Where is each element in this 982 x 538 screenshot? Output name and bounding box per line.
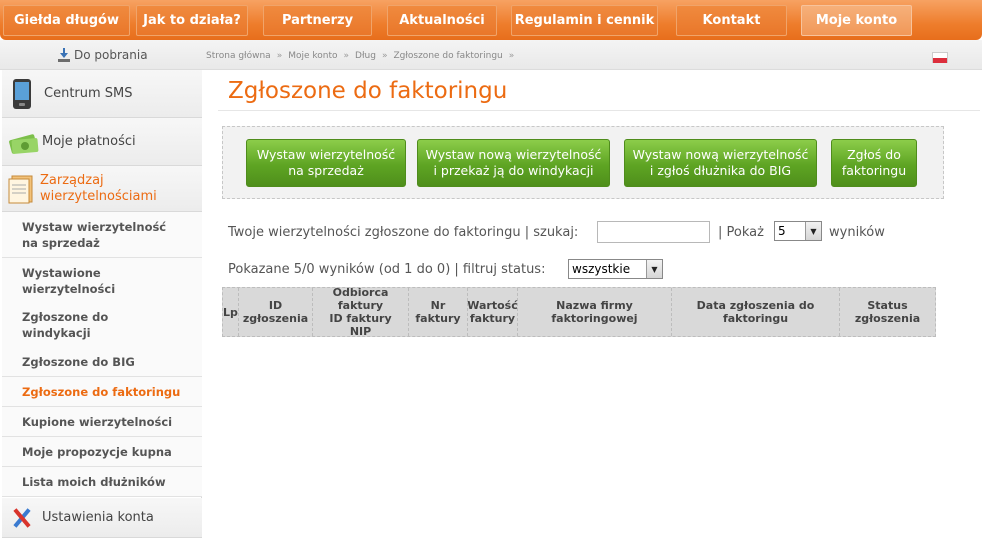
wystaw-do-big-button[interactable]: Wystaw nową wierzytelność i zgłoś dłużni… (624, 139, 817, 187)
download-link[interactable]: Do pobrania (58, 48, 148, 62)
breadcrumb-separator: » (508, 51, 515, 61)
breadcrumb-home[interactable]: Strona główna (206, 51, 271, 61)
breadcrumb-separator: » (343, 51, 350, 61)
column-header-status[interactable]: Status zgłoszenia (840, 288, 935, 336)
nav-jak-to-dziala[interactable]: Jak to działa? (136, 5, 248, 36)
download-icon (58, 48, 70, 62)
sidebar-sub-zgloszone-do-windykacji[interactable]: Zgłoszone do windykacji (2, 302, 202, 348)
sidebar-item-label: Moje płatności (42, 134, 136, 149)
breadcrumb: Strona główna » Moje konto » Dług » Zgło… (206, 51, 514, 61)
status-filter-select[interactable]: wszystkie ▼ (568, 259, 663, 279)
column-header-nazwa-firmy[interactable]: Nazwa firmy faktoringowej (518, 288, 672, 336)
nav-moje-konto[interactable]: Moje konto (801, 5, 912, 36)
sidebar-sub-lista-moich-dluznikow[interactable]: Lista moich dłużników (2, 467, 202, 497)
nav-partnerzy[interactable]: Partnerzy (263, 5, 372, 36)
sidebar-sub-moje-propozycje-kupna[interactable]: Moje propozycje kupna (2, 437, 202, 467)
results-table-header: Lp ID zgłoszenia Odbiorca faktury ID fak… (222, 286, 936, 338)
zglos-do-faktoringu-button[interactable]: Zgłoś do faktoringu (831, 139, 917, 187)
sidebar-item-label: Ustawienia konta (42, 510, 154, 525)
sidebar-item-zarzadzaj-wierzytelnosciami[interactable]: Zarządzaj wierzytelnościami (2, 166, 202, 212)
wystaw-do-windykacji-button[interactable]: Wystaw nową wierzytelność i przekaż ją d… (417, 139, 610, 187)
sidebar-sub-wystaw-wierzytelnosc[interactable]: Wystaw wierzytelność na sprzedaż (2, 212, 202, 258)
action-buttons-panel: Wystaw wierzytelność na sprzedaż Wystaw … (222, 126, 944, 199)
documents-icon (8, 175, 33, 203)
breadcrumb-separator: » (276, 51, 283, 61)
chevron-down-icon: ▼ (646, 260, 662, 278)
breadcrumb-separator: » (381, 51, 388, 61)
search-input[interactable] (597, 221, 710, 243)
nav-aktualnosci[interactable]: Aktualności (387, 5, 497, 36)
breadcrumb-moje-konto[interactable]: Moje konto (288, 51, 337, 61)
tools-icon (13, 507, 31, 528)
polish-flag-icon[interactable] (932, 52, 948, 63)
shown-results-text: Pokazane 5/0 wyników (od 1 do 0) | filtr… (228, 262, 546, 277)
breadcrumb-current: Zgłoszone do faktoringu (393, 51, 503, 61)
sidebar-sub-kupione-wierzytelnosci[interactable]: Kupione wierzytelności (2, 407, 202, 437)
show-label: | Pokaż (718, 225, 764, 240)
sidebar-item-label: Zarządzaj wierzytelnościami (40, 172, 157, 204)
top-navigation: Giełda długów Jak to działa? Partnerzy A… (0, 0, 982, 40)
money-icon (9, 133, 39, 154)
page-size-select[interactable]: 5 ▼ (774, 221, 822, 241)
page-title: Zgłoszone do faktoringu (228, 78, 508, 104)
chevron-down-icon: ▼ (805, 222, 821, 240)
title-divider (218, 110, 980, 111)
nav-kontakt[interactable]: Kontakt (676, 5, 787, 36)
column-header-wartosc-faktury[interactable]: Wartość faktury (467, 288, 518, 336)
column-header-nr-faktury[interactable]: Nr faktury (409, 288, 468, 336)
nav-regulamin-i-cennik[interactable]: Regulamin i cennik (511, 5, 658, 36)
column-header-id-zgloszenia[interactable]: ID zgłoszenia (239, 288, 313, 336)
column-header-odbiorca-faktury[interactable]: Odbiorca faktury ID faktury NIP (313, 286, 409, 338)
sidebar: Centrum SMS Moje płatności Zarządzaj wie… (2, 70, 202, 538)
download-label: Do pobrania (74, 48, 148, 62)
column-header-data-zgloszenia[interactable]: Data zgłoszenia do faktoringu (672, 288, 840, 336)
filter-description: Twoje wierzytelności zgłoszone do faktor… (228, 225, 579, 240)
column-header-lp[interactable]: Lp (223, 288, 239, 336)
sidebar-item-label: Centrum SMS (44, 86, 133, 101)
sidebar-item-ustawienia-konta[interactable]: Ustawienia konta (2, 498, 202, 538)
sidebar-sub-wystawione-wierzytelnosci[interactable]: Wystawione wierzytelności (2, 258, 202, 304)
sub-bar: Do pobrania Strona główna » Moje konto »… (0, 40, 982, 70)
sidebar-item-moje-platnosci[interactable]: Moje płatności (2, 118, 202, 166)
page-size-value: 5 (778, 224, 786, 238)
nav-gielda-dlugow[interactable]: Giełda długów (3, 5, 130, 36)
results-label: wyników (829, 225, 885, 240)
wystaw-na-sprzedaz-button[interactable]: Wystaw wierzytelność na sprzedaż (246, 139, 406, 187)
phone-icon (13, 78, 31, 109)
sidebar-item-centrum-sms[interactable]: Centrum SMS (2, 70, 202, 118)
sidebar-sub-zgloszone-do-faktoringu[interactable]: Zgłoszone do faktoringu (2, 377, 202, 407)
breadcrumb-dlug[interactable]: Dług (355, 51, 376, 61)
status-filter-value: wszystkie (572, 262, 631, 276)
sidebar-sub-zgloszone-do-big[interactable]: Zgłoszone do BIG (2, 347, 202, 377)
